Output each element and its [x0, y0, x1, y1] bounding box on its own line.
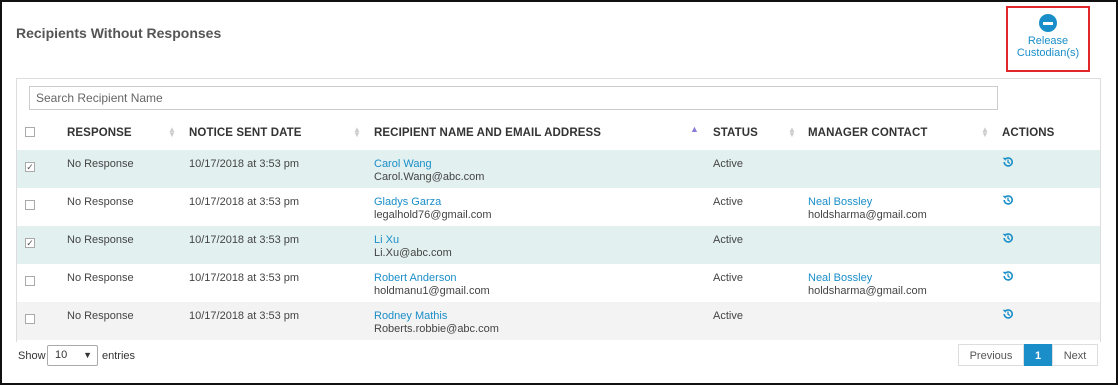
header-status[interactable]: STATUS	[713, 127, 758, 139]
page-size-select[interactable]: 10 ▼	[47, 345, 98, 366]
date-cell: 10/17/2018 at 3:53 pm	[189, 310, 300, 322]
recipient-name-link[interactable]: Rodney Mathis	[374, 310, 447, 322]
page-title: Recipients Without Responses	[16, 25, 222, 41]
minus-circle-icon	[1039, 14, 1057, 32]
sort-icon[interactable]: ▲ ▼	[788, 126, 796, 139]
show-label: Show	[18, 350, 46, 362]
recipient-email: Carol.Wang@abc.com	[374, 171, 485, 183]
row-checkbox[interactable]: ✓	[25, 162, 35, 172]
manager-name-link[interactable]: Neal Bossley	[808, 272, 872, 284]
select-all-checkbox[interactable]	[25, 127, 35, 137]
table-header: RESPONSE ▲ ▼ NOTICE SENT DATE ▲ ▼ RECIPIEN…	[17, 117, 1100, 152]
main-frame: Recipients Without Responses Release Cus…	[0, 0, 1118, 385]
date-cell: 10/17/2018 at 3:53 pm	[189, 196, 300, 208]
response-cell: No Response	[67, 234, 134, 246]
table-row: ✓ No Response 10/17/2018 at 3:53 pm Li Xu Li…	[17, 226, 1100, 264]
table-row: No Response 10/17/2018 at 3:53 pm Rodney M…	[17, 302, 1100, 340]
release-custodians-button[interactable]: Release Custodian(s)	[1006, 6, 1090, 72]
status-cell: Active	[713, 234, 743, 246]
response-cell: No Response	[67, 158, 134, 170]
recipient-name-link[interactable]: Gladys Garza	[374, 196, 441, 208]
table-row: No Response 10/17/2018 at 3:53 pm Gladys G…	[17, 188, 1100, 226]
sort-icon[interactable]: ▲ ▼	[168, 126, 176, 139]
sort-icon[interactable]: ▲ ▼	[981, 126, 989, 139]
row-checkbox[interactable]	[25, 314, 35, 324]
recipient-name-link[interactable]: Robert Anderson	[374, 272, 457, 284]
header-response[interactable]: RESPONSE	[67, 127, 132, 139]
restore-icon[interactable]	[1002, 270, 1014, 282]
release-label-line2: Custodian(s)	[1016, 47, 1080, 59]
search-input[interactable]	[29, 86, 998, 110]
restore-icon[interactable]	[1002, 232, 1014, 244]
entries-label: entries	[102, 350, 136, 362]
page-size-value: 10	[55, 349, 68, 361]
restore-icon[interactable]	[1002, 194, 1014, 206]
previous-page-button[interactable]: Previous	[958, 344, 1024, 366]
header-notice-sent-date[interactable]: NOTICE SENT DATE	[189, 127, 302, 139]
date-cell: 10/17/2018 at 3:53 pm	[189, 158, 300, 170]
page-1-button[interactable]: 1	[1024, 344, 1052, 366]
recipient-name-link[interactable]: Li Xu	[374, 234, 399, 246]
response-cell: No Response	[67, 272, 134, 284]
manager-email: holdsharma@gmail.com	[808, 285, 927, 297]
next-page-button[interactable]: Next	[1052, 344, 1098, 366]
row-checkbox[interactable]	[25, 276, 35, 286]
recipient-email: holdmanu1@gmail.com	[374, 285, 490, 297]
row-checkbox[interactable]	[25, 200, 35, 210]
status-cell: Active	[713, 158, 743, 170]
header-manager-contact[interactable]: MANAGER CONTACT	[808, 127, 927, 139]
response-cell: No Response	[67, 196, 134, 208]
restore-icon[interactable]	[1002, 308, 1014, 320]
date-cell: 10/17/2018 at 3:53 pm	[189, 234, 300, 246]
header-recipient[interactable]: RECIPIENT NAME AND EMAIL ADDRESS	[374, 127, 601, 139]
recipient-email: Roberts.robbie@abc.com	[374, 323, 499, 335]
restore-icon[interactable]	[1002, 156, 1014, 168]
row-checkbox[interactable]: ✓	[25, 238, 35, 248]
status-cell: Active	[713, 196, 743, 208]
status-cell: Active	[713, 310, 743, 322]
table-row: ✓ No Response 10/17/2018 at 3:53 pm Carol W…	[17, 150, 1100, 188]
recipients-table-panel: RESPONSE ▲▼ NOTICE SENT DATE ▲▼ RECIPIEN…	[16, 78, 1101, 342]
header-actions: ACTIONS	[1002, 127, 1055, 139]
recipient-email: legalhold76@gmail.com	[374, 209, 492, 221]
recipient-name-link[interactable]: Carol Wang	[374, 158, 432, 170]
table-row: No Response 10/17/2018 at 3:53 pm Robert A…	[17, 264, 1100, 302]
caret-down-icon: ▼	[83, 350, 92, 360]
recipient-email: Li.Xu@abc.com	[374, 247, 452, 259]
manager-email: holdsharma@gmail.com	[808, 209, 927, 221]
release-label-line1: Release	[1027, 35, 1069, 47]
manager-name-link[interactable]: Neal Bossley	[808, 196, 872, 208]
date-cell: 10/17/2018 at 3:53 pm	[189, 272, 300, 284]
status-cell: Active	[713, 272, 743, 284]
response-cell: No Response	[67, 310, 134, 322]
sort-icon[interactable]: ▲ ▼	[353, 126, 361, 139]
sort-asc-icon[interactable]: ▲	[690, 125, 699, 134]
